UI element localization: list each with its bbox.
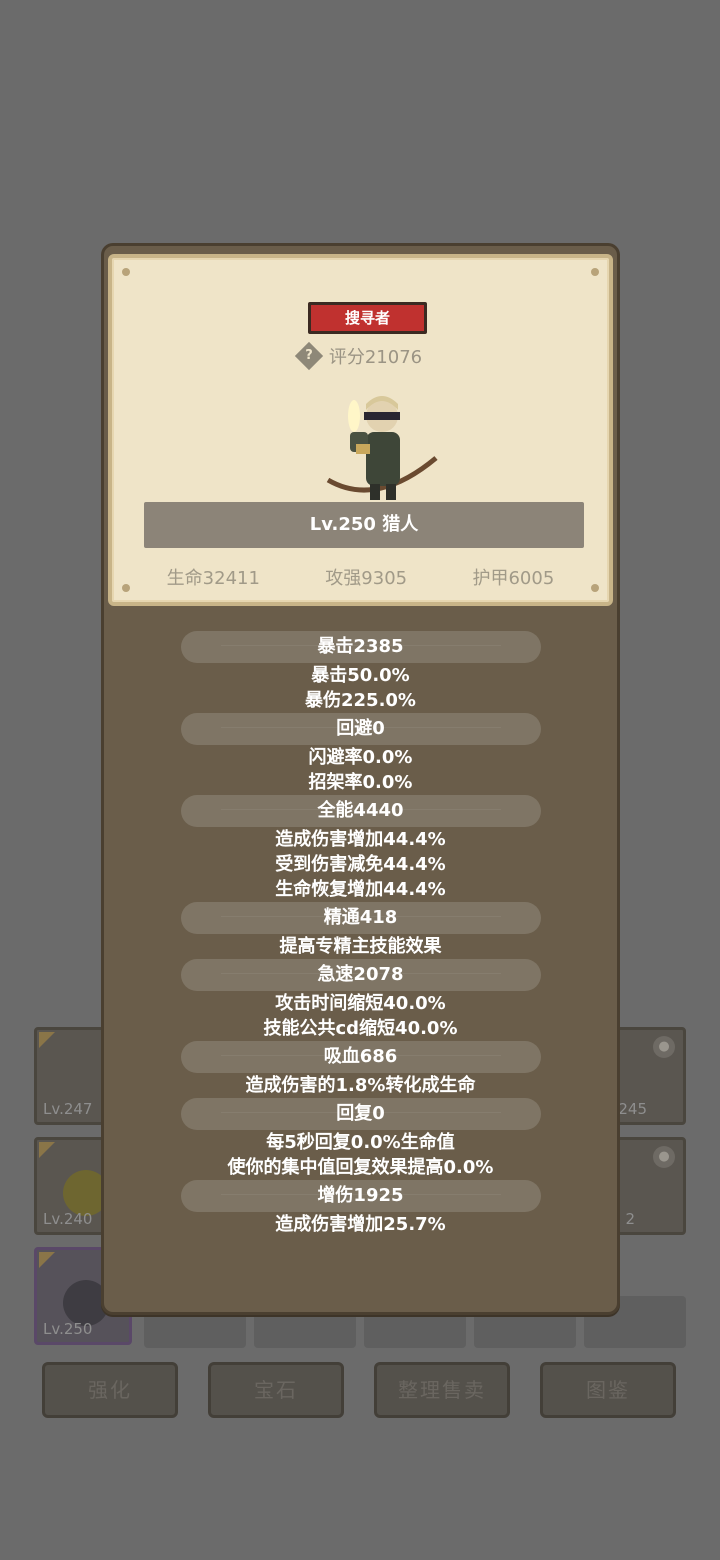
slot-corner: [39, 1252, 55, 1268]
slot-level: 2: [625, 1210, 635, 1228]
stat-detail: 生命恢复增加44.4%: [275, 879, 446, 900]
lock-icon: ●: [653, 1146, 675, 1168]
stat-detail: 造成伤害的1.8%转化成生命: [245, 1075, 476, 1096]
stat-detail: 暴击50.0%: [311, 665, 410, 686]
slot-level: Lv.250: [43, 1320, 93, 1338]
stat-title-mastery: 精通418: [180, 902, 541, 934]
enhance-button[interactable]: 强化: [42, 1362, 178, 1418]
slot-level: Lv.247: [43, 1100, 93, 1118]
stat-detail: 使你的集中值回复效果提高0.0%: [227, 1157, 494, 1178]
codex-button[interactable]: 图鉴: [540, 1362, 676, 1418]
gem-button[interactable]: 宝石: [208, 1362, 344, 1418]
hero-stats-panel: 搜寻者 ? 评分21076 Lv.250 猎人 生命32411 攻强9305 护…: [101, 243, 620, 1315]
rivet: [591, 268, 599, 276]
stat-list: 暴击2385 暴击50.0% 暴伤225.0% 回避0 闪避率0.0% 招架率0…: [104, 631, 617, 1237]
stat-detail: 攻击时间缩短40.0%: [275, 993, 446, 1014]
stat-detail: 技能公共cd缩短40.0%: [263, 1018, 458, 1039]
stat-title-crit: 暴击2385: [180, 631, 541, 663]
stat-title-avoidance: 回避0: [180, 713, 541, 745]
stat-title-haste: 急速2078: [180, 959, 541, 991]
class-badge: 搜寻者: [308, 302, 427, 334]
help-icon[interactable]: ?: [294, 341, 324, 371]
stat-title-versatility: 全能4440: [180, 795, 541, 827]
stat-title-lifesteal: 吸血686: [180, 1041, 541, 1073]
stat-detail: 受到伤害减免44.4%: [275, 854, 446, 875]
main-stats: 生命32411 攻强9305 护甲6005: [112, 564, 609, 590]
sort-sell-button[interactable]: 整理售卖: [374, 1362, 510, 1418]
stat-title-regen: 回复0: [180, 1098, 541, 1130]
score-row: ? 评分21076: [112, 341, 609, 371]
slot-corner: [39, 1142, 55, 1158]
lock-icon: ●: [653, 1036, 675, 1058]
hero-card: 搜寻者 ? 评分21076 Lv.250 猎人 生命32411 攻强9305 护…: [108, 254, 613, 606]
stat-detail: 提高专精主技能效果: [279, 936, 442, 957]
attack-power-stat: 攻强9305: [325, 568, 408, 589]
hunter-portrait: [326, 396, 438, 500]
slot-level: Lv.240: [43, 1210, 93, 1228]
score: 评分21076: [328, 347, 423, 368]
stat-detail: 暴伤225.0%: [305, 690, 416, 711]
rivet: [122, 268, 130, 276]
stat-title-damage-bonus: 增伤1925: [180, 1180, 541, 1212]
hero-nameplate: Lv.250 猎人: [144, 502, 584, 548]
hp-stat: 生命32411: [166, 568, 260, 589]
stat-detail: 闪避率0.0%: [308, 747, 413, 768]
stat-detail: 招架率0.0%: [308, 772, 413, 793]
stat-detail: 每5秒回复0.0%生命值: [266, 1132, 455, 1153]
slot-corner: [39, 1032, 55, 1048]
armor-stat: 护甲6005: [472, 568, 555, 589]
slot-level: 245: [618, 1100, 647, 1118]
stat-detail: 造成伤害增加44.4%: [275, 829, 446, 850]
stat-detail: 造成伤害增加25.7%: [275, 1214, 446, 1235]
